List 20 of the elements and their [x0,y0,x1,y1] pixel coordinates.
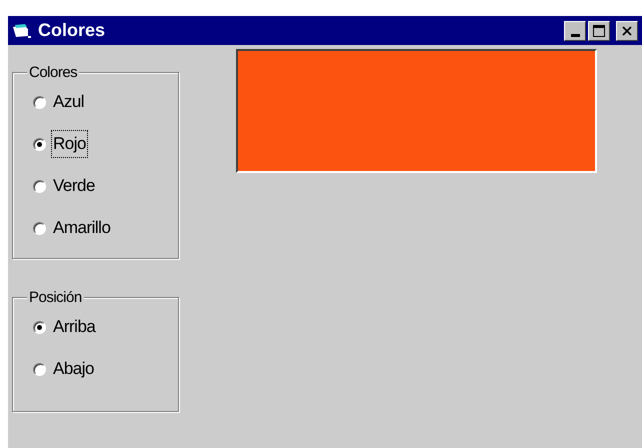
radio-label[interactable]: Amarillo [52,215,112,241]
radio-label[interactable]: Rojo [52,131,87,157]
radio-button[interactable] [33,362,46,376]
close-icon [620,24,634,38]
maximize-icon [593,24,605,36]
maximize-button[interactable] [588,20,610,40]
minimize-button[interactable] [564,20,586,40]
radio-label[interactable]: Azul [52,89,86,115]
radio-label[interactable]: Verde [52,173,96,199]
window-icon [12,22,32,38]
close-button[interactable] [616,20,638,40]
radio-button[interactable] [33,180,46,192]
radio-button[interactable] [33,96,46,108]
radio-label[interactable]: Arriba [52,314,96,340]
window-title: Colores [38,19,106,42]
radio-button[interactable] [33,222,46,234]
minimize-icon [570,34,580,36]
radio-label[interactable]: Abajo [52,356,95,382]
radio-button[interactable] [33,138,46,150]
radio-button[interactable] [33,320,46,334]
